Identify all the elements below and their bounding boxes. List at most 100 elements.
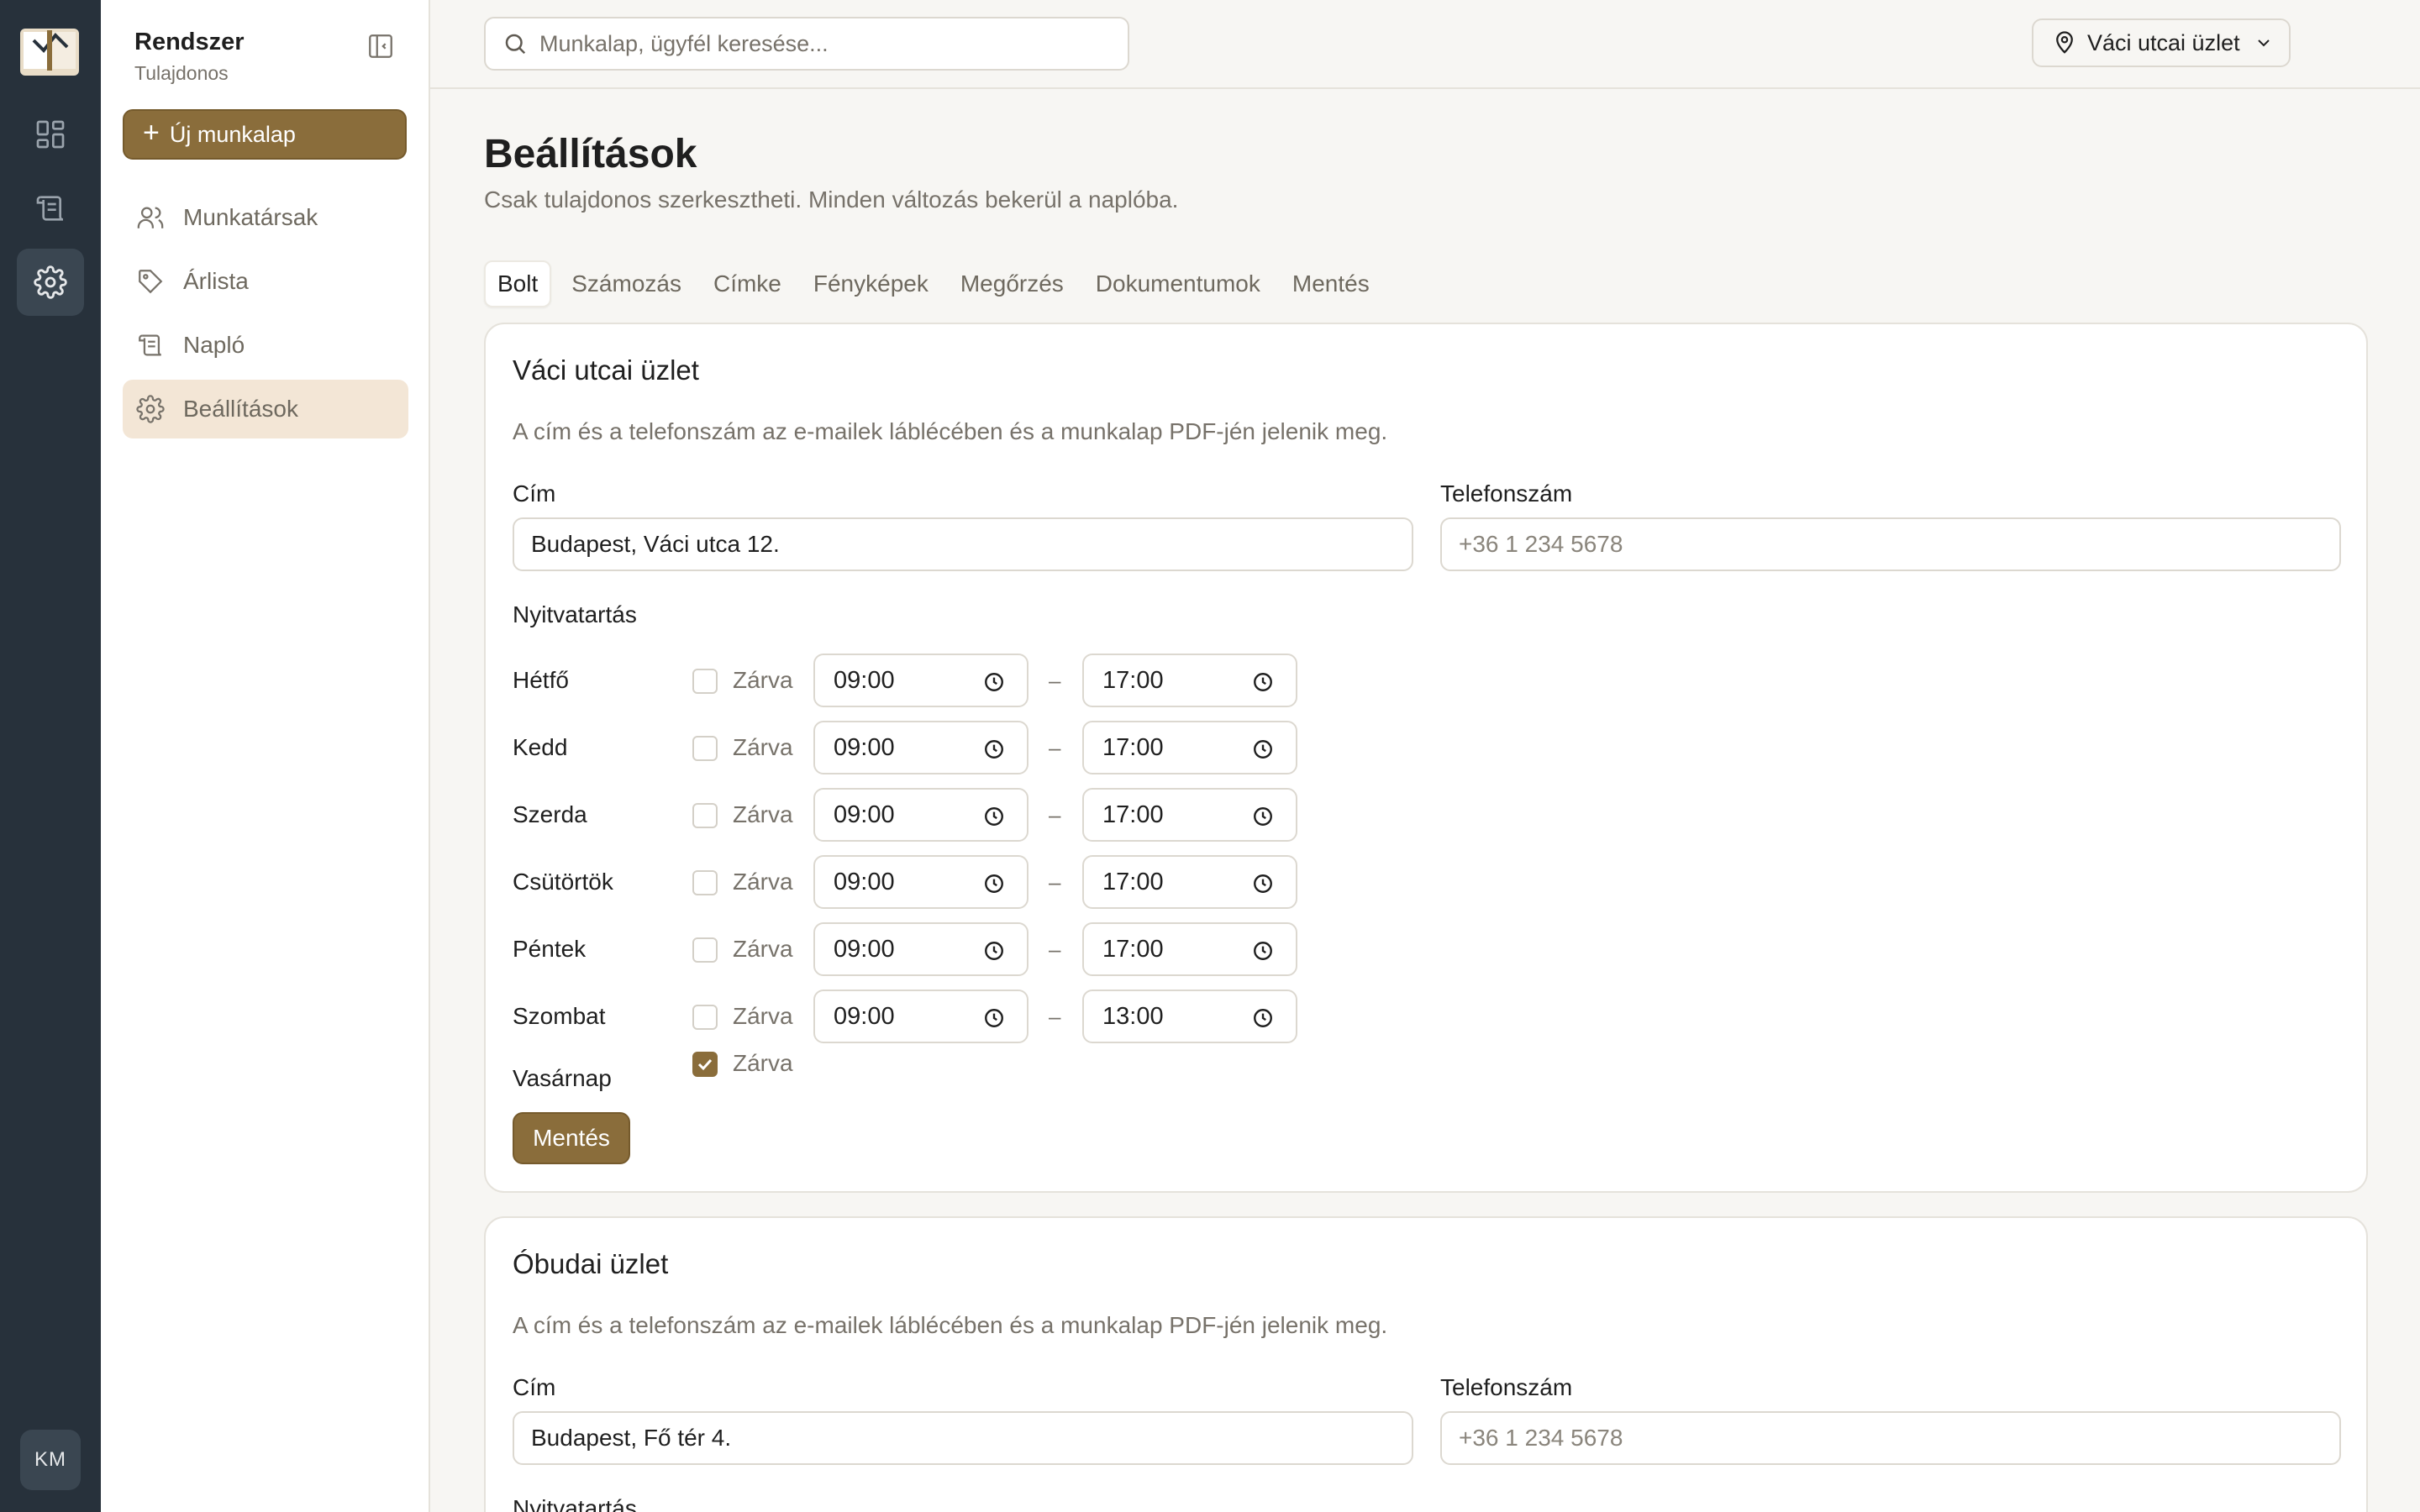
opening-hours-label: Nyitvatartás (513, 601, 637, 627)
closed-checkbox[interactable] (692, 1052, 718, 1077)
plus-icon: + (143, 117, 160, 149)
time-range-dash: – (1049, 869, 1061, 895)
sidebar: Rendszer Tulajdonos + Új munkalap Munkat… (101, 0, 430, 1512)
closed-checkbox[interactable] (692, 669, 718, 694)
scroll-icon (139, 334, 161, 356)
new-worksheet-label: Új munkalap (169, 121, 296, 147)
store-card-vaci: Váci utcai üzlet A cím és a telefonszám … (484, 323, 2368, 1193)
settings-tabs: Bolt Számozás Címke Fényképek Megőrzés D… (484, 260, 1381, 307)
time-range-dash: – (1049, 937, 1061, 962)
store-card-title: Óbudai üzlet (513, 1248, 669, 1279)
sidebar-item-label: Beállítások (183, 396, 298, 422)
closed-checkbox[interactable] (692, 870, 718, 895)
tab-documents[interactable]: Dokumentumok (1084, 260, 1272, 307)
sidebar-item-label: Napló (183, 332, 245, 358)
tab-label[interactable]: Címke (702, 260, 793, 307)
store-selector[interactable]: Váci utcai üzlet (2032, 18, 2291, 67)
opening-hours-row: Szombat Zárva 09:00 – 13:00 (513, 990, 1353, 1043)
user-avatar[interactable]: KM (20, 1430, 81, 1490)
store-card-description: A cím és a telefonszám az e-mailek láblé… (513, 1312, 1388, 1338)
open-time-input[interactable]: 09:00 (813, 922, 1028, 976)
worksheet-icon (36, 196, 64, 221)
open-time-input[interactable]: 09:00 (813, 654, 1028, 707)
day-name: Csütörtök (513, 869, 613, 895)
day-name: Vasárnap (513, 1065, 612, 1091)
search-icon (505, 34, 526, 55)
closed-label: Zárva (733, 1050, 793, 1076)
search-input[interactable] (539, 30, 1094, 57)
opening-hours-row: Vasárnap Zárva (513, 1050, 1353, 1091)
close-time-value: 13:00 (1102, 1002, 1164, 1030)
map-pin-icon (2056, 31, 2073, 54)
address-label: Cím (513, 480, 556, 507)
closed-label: Zárva (733, 734, 793, 760)
tab-numbering[interactable]: Számozás (560, 260, 693, 307)
day-name: Szerda (513, 801, 587, 827)
opening-hours-row: Csütörtök Zárva 09:00 – 17:00 (513, 855, 1353, 909)
close-time-value: 17:00 (1102, 868, 1164, 895)
sidebar-item-log[interactable]: Napló (123, 316, 408, 375)
search-box[interactable] (484, 17, 1129, 71)
tab-backup[interactable]: Mentés (1281, 260, 1381, 307)
chevron-down-icon (2257, 39, 2270, 47)
sidebar-item-pricelist[interactable]: Árlista (123, 252, 408, 311)
store-card-obuda: Óbudai üzlet A cím és a telefonszám az e… (484, 1216, 2368, 1512)
close-time-input[interactable]: 17:00 (1082, 721, 1297, 774)
page-title: Beállítások (484, 132, 697, 176)
sidebar-item-settings[interactable]: Beállítások (123, 380, 408, 438)
tag-icon (139, 270, 163, 294)
close-time-input[interactable]: 17:00 (1082, 788, 1297, 842)
opening-hours-row: Kedd Zárva 09:00 – 17:00 (513, 721, 1353, 774)
tab-shop[interactable]: Bolt (484, 260, 552, 307)
sidebar-item-staff[interactable]: Munkatársak (123, 188, 408, 247)
close-time-value: 17:00 (1102, 733, 1164, 761)
page-subtitle: Csak tulajdonos szerkesztheti. Minden vá… (484, 186, 1179, 213)
close-time-input[interactable]: 17:00 (1082, 654, 1297, 707)
day-name: Szombat (513, 1003, 606, 1029)
closed-checkbox[interactable] (692, 937, 718, 963)
close-time-input[interactable]: 13:00 (1082, 990, 1297, 1043)
closed-checkbox[interactable] (692, 803, 718, 828)
open-time-value: 09:00 (834, 801, 895, 828)
opening-hours-row: Péntek Zárva 09:00 – 17:00 (513, 922, 1353, 976)
closed-label: Zárva (733, 869, 793, 895)
closed-label: Zárva (733, 801, 793, 827)
tab-photos[interactable]: Fényképek (802, 260, 940, 307)
opening-hours-row: Hétfő Zárva 09:00 – 17:00 (513, 654, 1353, 707)
closed-checkbox[interactable] (692, 1005, 718, 1030)
close-time-value: 17:00 (1102, 935, 1164, 963)
close-time-input[interactable]: 17:00 (1082, 855, 1297, 909)
dashboard-icon (36, 120, 65, 149)
closed-checkbox[interactable] (692, 736, 718, 761)
address-input[interactable] (513, 517, 1413, 571)
address-input[interactable] (513, 1411, 1413, 1465)
day-name: Péntek (513, 936, 587, 962)
time-range-dash: – (1049, 1004, 1061, 1029)
open-time-input[interactable]: 09:00 (813, 855, 1028, 909)
open-time-value: 09:00 (834, 1002, 895, 1030)
collapse-sidebar-icon[interactable] (366, 32, 395, 60)
rail-settings-button[interactable] (17, 249, 84, 316)
open-time-value: 09:00 (834, 666, 895, 694)
phone-input[interactable] (1440, 517, 2341, 571)
open-time-input[interactable]: 09:00 (813, 721, 1028, 774)
close-time-value: 17:00 (1102, 801, 1164, 828)
gear-icon (34, 265, 67, 299)
phone-label: Telefonszám (1440, 480, 1573, 507)
phone-input[interactable] (1440, 1411, 2341, 1465)
open-time-value: 09:00 (834, 935, 895, 963)
tab-retention[interactable]: Megőrzés (949, 260, 1076, 307)
store-card-description: A cím és a telefonszám az e-mailek láblé… (513, 418, 1388, 444)
open-time-value: 09:00 (834, 733, 895, 761)
rail-worksheets-button[interactable] (17, 175, 84, 242)
rail-dashboard-button[interactable] (17, 101, 84, 168)
save-button[interactable]: Mentés (513, 1112, 630, 1164)
app-rail: KM (0, 0, 101, 1512)
open-time-input[interactable]: 09:00 (813, 990, 1028, 1043)
opening-hours-label: Nyitvatartás (513, 1495, 637, 1512)
close-time-input[interactable]: 17:00 (1082, 922, 1297, 976)
new-worksheet-button[interactable]: + Új munkalap (123, 109, 407, 160)
open-time-input[interactable]: 09:00 (813, 788, 1028, 842)
address-label: Cím (513, 1374, 556, 1400)
store-selector-label: Váci utcai üzlet (2087, 29, 2240, 55)
